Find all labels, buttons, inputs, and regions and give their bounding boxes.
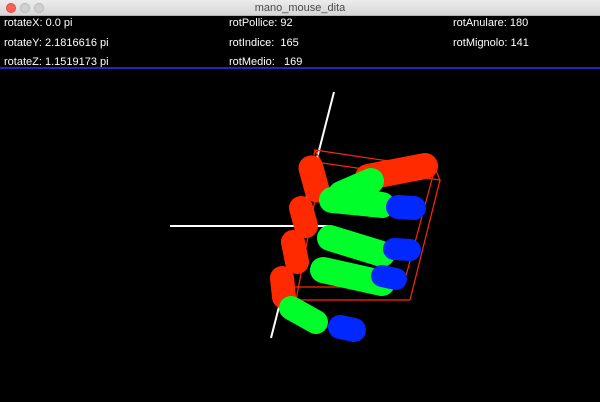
thumb-tip-segment [328,315,366,342]
thumb-base-segment [270,266,296,309]
rot-mignolo-readout: rotMignolo: 141 [453,37,529,49]
palm-segment [289,196,318,238]
window-title: mano_mouse_dita [254,2,346,14]
ring-middle-segment [319,187,395,218]
render-canvas[interactable] [0,69,600,402]
app-window: mano_mouse_dita rotateX: 0.0 pi rotateY:… [0,0,600,402]
rotate-x-readout: rotateX: 0.0 pi [4,17,73,29]
title-bar[interactable]: mano_mouse_dita [0,0,600,16]
palm-segment [281,230,309,274]
rot-anulare-readout: rotAnulare: 180 [453,17,529,29]
ring-tip-segment [386,195,426,220]
hand-3d-view[interactable] [0,69,600,402]
index-tip-segment [371,265,407,290]
rot-pollice-readout: rotPollice: 92 [229,17,293,29]
rotation-readout: rotateX: 0.0 pi rotateY: 2.1816616 pi ro… [0,16,600,68]
rot-indice-readout: rotIndice: 165 [229,37,299,49]
rotate-y-readout: rotateY: 2.1816616 pi [4,37,109,49]
palm-segment [298,155,330,203]
middle-tip-segment [383,238,421,261]
box-edge [402,167,436,288]
thumb-middle-segment [279,296,328,334]
middle-middle-segment [317,225,395,267]
